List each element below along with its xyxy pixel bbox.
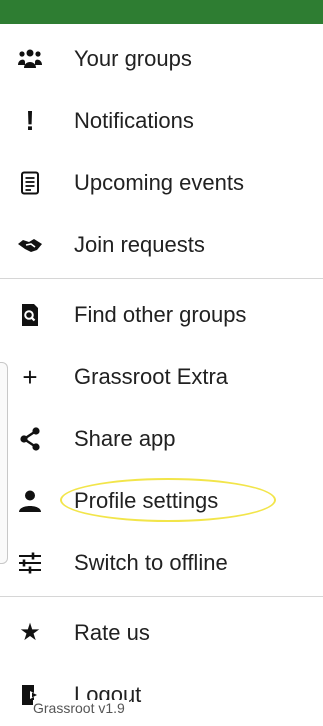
divider xyxy=(0,596,323,597)
drawer-item-label: Switch to offline xyxy=(74,550,228,575)
drawer-item-label: Upcoming events xyxy=(74,170,244,195)
drawer-item-label: Rate us xyxy=(74,620,150,645)
plus-icon: + xyxy=(22,362,38,392)
status-bar xyxy=(0,0,323,24)
search-doc-icon xyxy=(17,302,43,328)
drawer-item-label: Find other groups xyxy=(74,302,247,327)
person-icon xyxy=(17,488,43,514)
drawer-item-upcoming-events[interactable]: Upcoming events xyxy=(0,152,323,214)
drawer-item-your-groups[interactable]: Your groups xyxy=(0,28,323,90)
star-icon: ★ xyxy=(19,619,41,646)
exclamation-icon: ! xyxy=(25,105,35,136)
drawer-item-notifications[interactable]: ! Notifications xyxy=(0,90,323,152)
drawer-item-find-other-groups[interactable]: Find other groups xyxy=(0,284,323,346)
drawer-item-label: Join requests xyxy=(74,232,205,257)
divider xyxy=(0,278,323,279)
drawer-item-grassroot-extra[interactable]: + Grassroot Extra xyxy=(0,346,323,408)
drawer-item-label: Notifications xyxy=(74,108,194,133)
handshake-icon xyxy=(17,232,43,258)
drawer-item-label: Share app xyxy=(74,426,176,451)
drawer-item-join-requests[interactable]: Join requests xyxy=(0,214,323,276)
document-list-icon xyxy=(17,170,43,196)
app-version: Grassroot v1.9 xyxy=(33,700,129,716)
drawer-edge-handle[interactable] xyxy=(0,362,8,564)
sliders-icon xyxy=(17,550,43,576)
drawer-item-label: Grassroot Extra xyxy=(74,364,229,389)
drawer-item-logout[interactable]: Logout xyxy=(0,664,323,726)
drawer-item-rate-us[interactable]: ★ Rate us xyxy=(0,602,323,664)
drawer-item-share-app[interactable]: Share app xyxy=(0,408,323,470)
navigation-drawer: Your groups ! Notifications Upcoming eve… xyxy=(0,24,323,724)
highlight-annotation xyxy=(60,478,276,522)
share-icon xyxy=(17,426,43,452)
drawer-item-switch-to-offline[interactable]: Switch to offline xyxy=(0,532,323,594)
groups-icon xyxy=(17,46,43,72)
drawer-item-label: Your groups xyxy=(74,46,192,71)
